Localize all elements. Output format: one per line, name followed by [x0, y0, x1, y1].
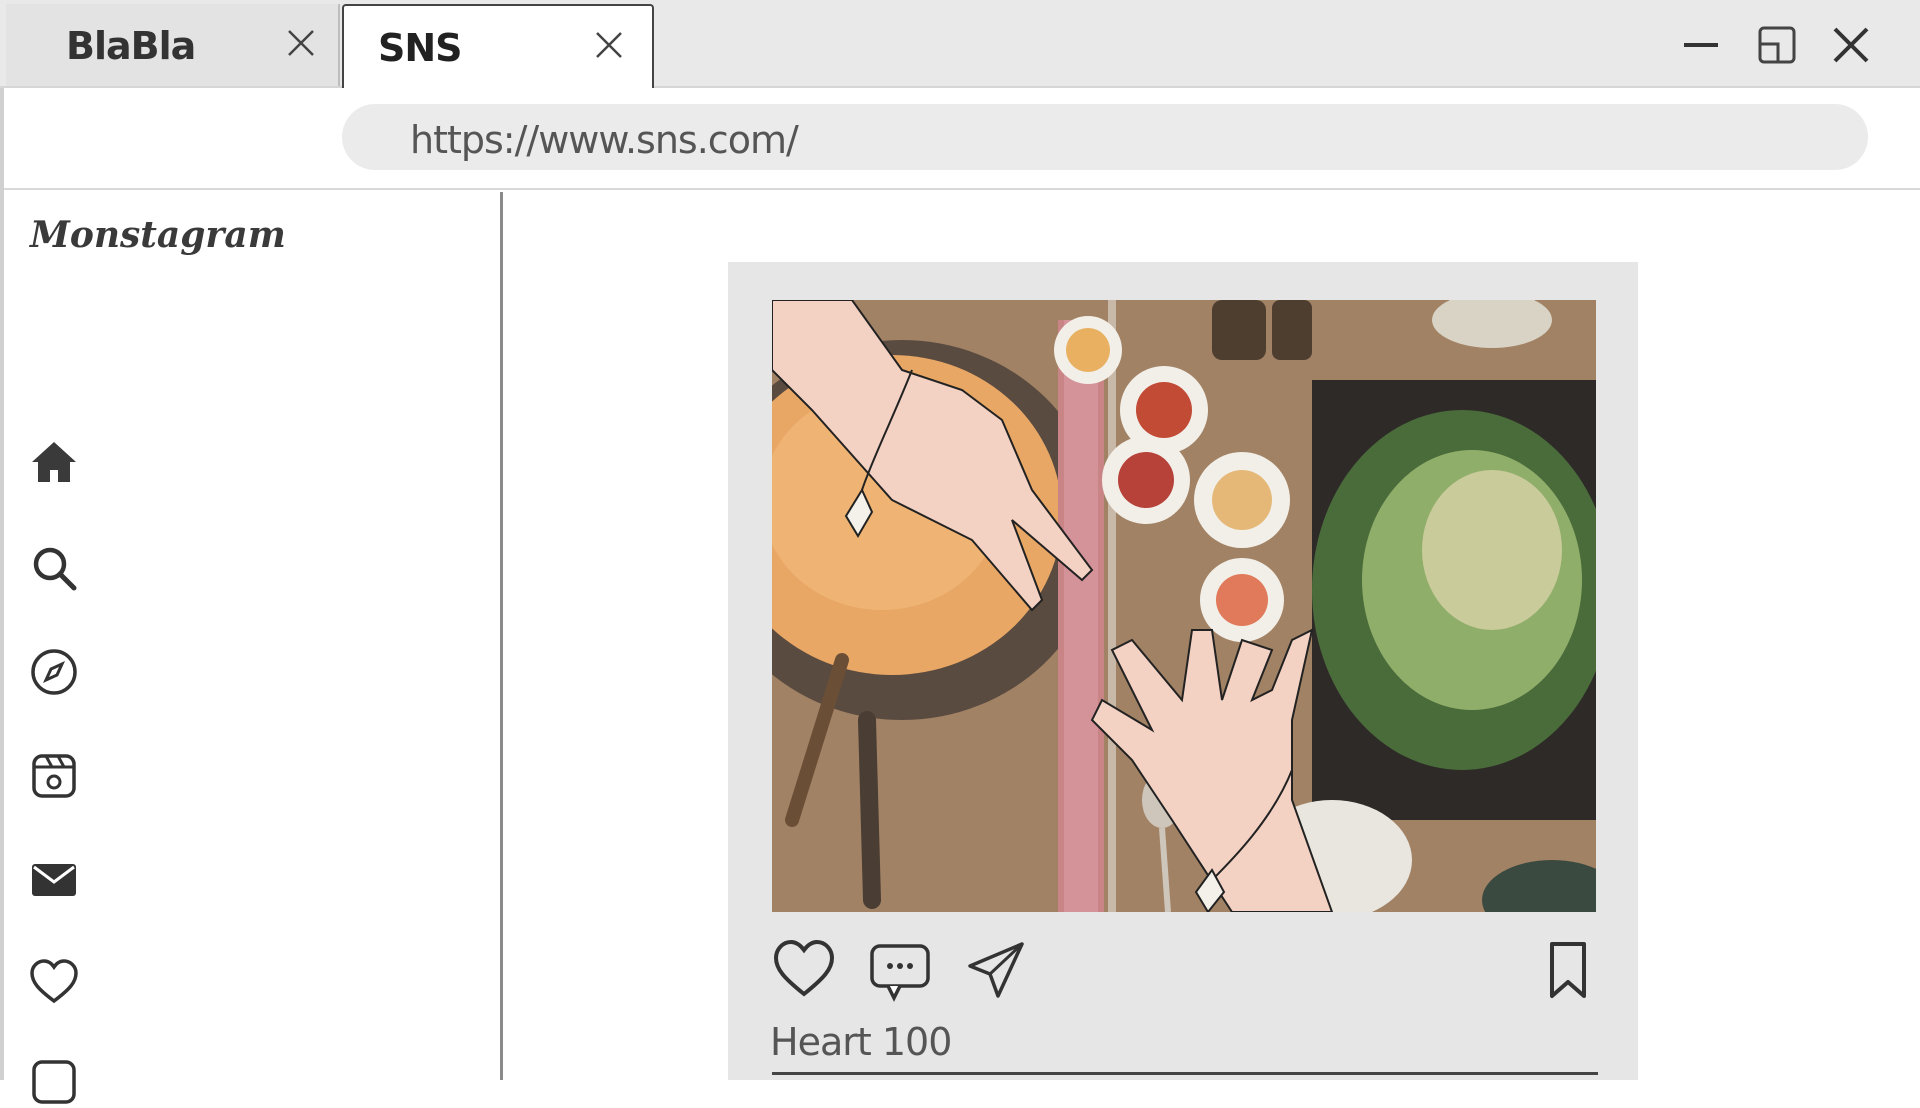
url-field[interactable]: https://www.sns.com/: [342, 104, 1868, 170]
close-tab-icon[interactable]: [284, 26, 318, 60]
sidebar: Monstagram: [4, 190, 500, 1104]
tab-bar: BlaBla SNS: [0, 0, 1920, 88]
tab-label: SNS: [378, 26, 463, 70]
address-bar: https://www.sns.com/: [0, 88, 1920, 190]
close-tab-icon[interactable]: [592, 28, 626, 62]
like-count: Heart 100: [770, 1020, 952, 1064]
post-image[interactable]: [772, 300, 1596, 912]
tab-sns[interactable]: SNS: [342, 4, 654, 88]
explore-compass-icon[interactable]: [28, 646, 80, 698]
app-logo[interactable]: Monstagram: [30, 214, 286, 256]
food-table-with-hands-photo: [772, 300, 1596, 912]
heart-icon[interactable]: [772, 938, 836, 1002]
close-window-icon[interactable]: [1826, 20, 1876, 70]
reels-icon[interactable]: [28, 750, 80, 802]
create-icon[interactable]: [28, 1056, 80, 1108]
tab-label: BlaBla: [66, 24, 196, 68]
sidebar-divider: [500, 192, 503, 1080]
minimize-icon[interactable]: [1676, 20, 1726, 70]
messages-envelope-icon[interactable]: [28, 854, 80, 906]
search-icon[interactable]: [28, 542, 80, 594]
post-card: Heart 100: [728, 262, 1638, 1080]
home-icon[interactable]: [28, 436, 80, 488]
url-text: https://www.sns.com/: [410, 118, 799, 162]
comment-icon[interactable]: [868, 938, 932, 1002]
notifications-heart-icon[interactable]: [28, 956, 80, 1008]
restore-icon[interactable]: [1752, 20, 1802, 70]
post-actions: [772, 938, 1596, 1010]
share-icon[interactable]: [964, 938, 1028, 1002]
post-divider: [772, 1072, 1598, 1075]
bookmark-icon[interactable]: [1536, 938, 1600, 1002]
tab-blabla[interactable]: BlaBla: [6, 4, 340, 86]
